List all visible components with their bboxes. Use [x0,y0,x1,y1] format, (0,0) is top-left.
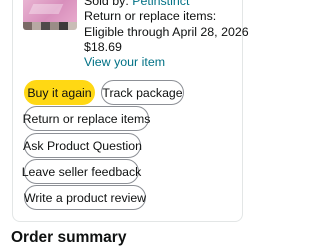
product-image-stripe [32,22,41,30]
product-image-stripe [41,22,50,30]
leave-seller-feedback-button[interactable]: Leave seller feedback [22,159,141,184]
product-image-stripe [50,22,59,30]
sold-by-label: Sold by: [84,0,133,8]
buy-it-again-button[interactable]: Buy it again [24,80,95,105]
write-product-review-button[interactable]: Write a product review [24,185,146,210]
return-or-replace-button[interactable]: Return or replace items [23,106,150,131]
order-summary-heading: Order summary [11,229,127,246]
product-image-stripes [23,22,77,30]
product-image-highlight [28,4,64,14]
order-details-page: Sold by: Petinstinct Return or replace i… [0,0,250,250]
sold-by-line: Sold by: Petinstinct [84,0,249,9]
item-price: $18.69 [84,39,122,54]
return-eligibility-date: Eligible through April 28, 2026 [84,24,249,39]
product-image-stripe [68,22,77,30]
track-package-button[interactable]: Track package [101,80,184,105]
return-eligibility-title: Return or replace items: [84,9,217,24]
order-item-info: Sold by: Petinstinct Return or replace i… [84,0,249,70]
seller-link[interactable]: Petinstinct [132,0,189,8]
product-image-stripe [23,22,32,30]
ask-product-question-button[interactable]: Ask Product Question [23,133,142,158]
product-image-stripe [59,22,68,30]
product-thumbnail[interactable] [23,0,77,30]
view-item-link[interactable]: View your item [84,55,165,69]
